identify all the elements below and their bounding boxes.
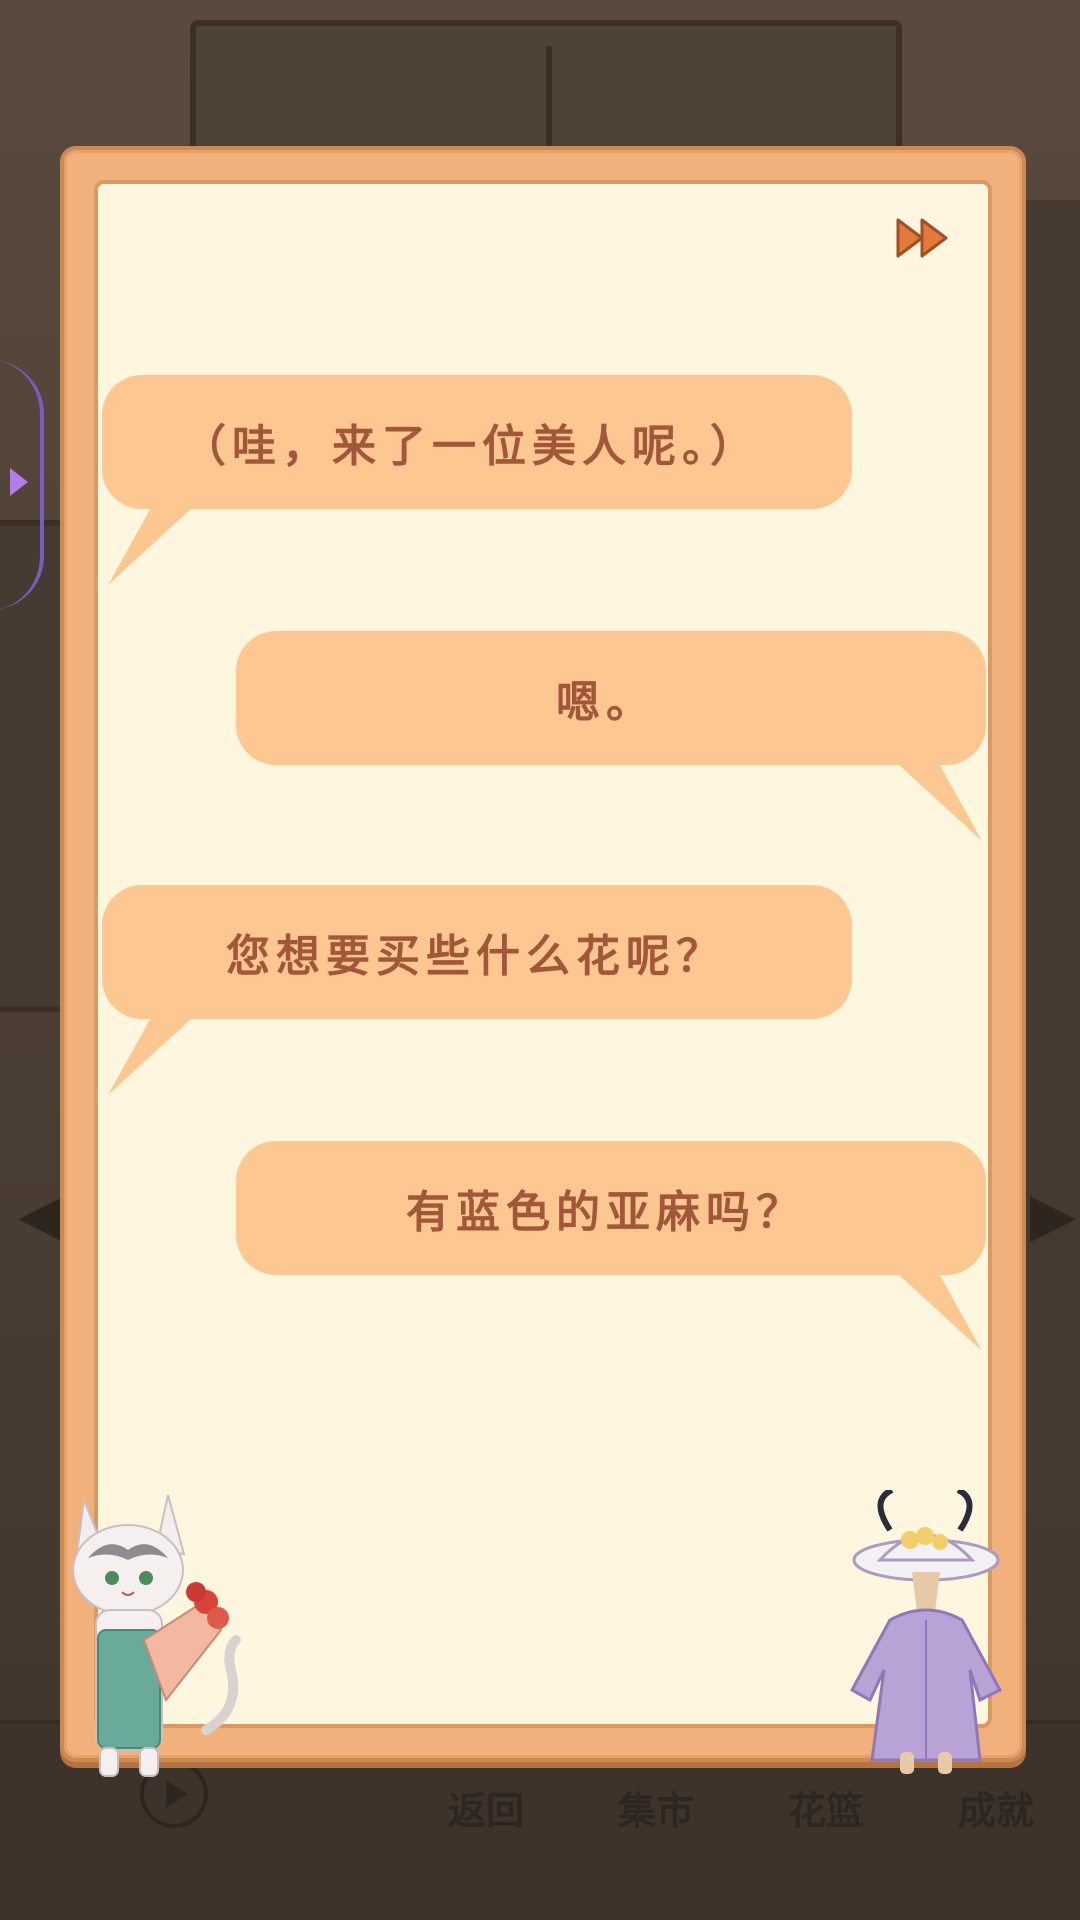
dialog-bubble-2: 嗯。 <box>236 631 986 841</box>
expand-arrow-icon[interactable] <box>10 468 28 496</box>
dialog-bubble-4: 有蓝色的亚麻吗？ <box>236 1141 986 1351</box>
customer-character <box>849 1490 1003 1774</box>
dialog-bubble-3: 您想要买些什么花呢？ <box>102 885 852 1095</box>
nav-achievements: 成就 <box>958 1789 1035 1833</box>
dialog-line-2: 嗯。 <box>556 677 656 728</box>
cat-shopkeeper-character <box>72 1494 241 1777</box>
dialog-bubble-1: （哇，来了一位美人呢。） <box>102 375 852 585</box>
fast-forward-icon <box>896 218 948 258</box>
nav-return: 返回 <box>448 1789 525 1833</box>
nav-market: 集市 <box>618 1789 695 1833</box>
skip-dialog-button[interactable] <box>896 216 952 260</box>
dialog-line-1: （哇，来了一位美人呢。） <box>182 421 760 472</box>
left-arrow-icon: ◀ <box>18 1180 65 1250</box>
dialog-line-3: 您想要买些什么花呢？ <box>226 931 726 982</box>
right-arrow-icon: ▶ <box>1030 1180 1077 1250</box>
dialog-line-4: 有蓝色的亚麻吗？ <box>406 1187 806 1238</box>
nav-flower-basket: 花篮 <box>788 1789 865 1833</box>
